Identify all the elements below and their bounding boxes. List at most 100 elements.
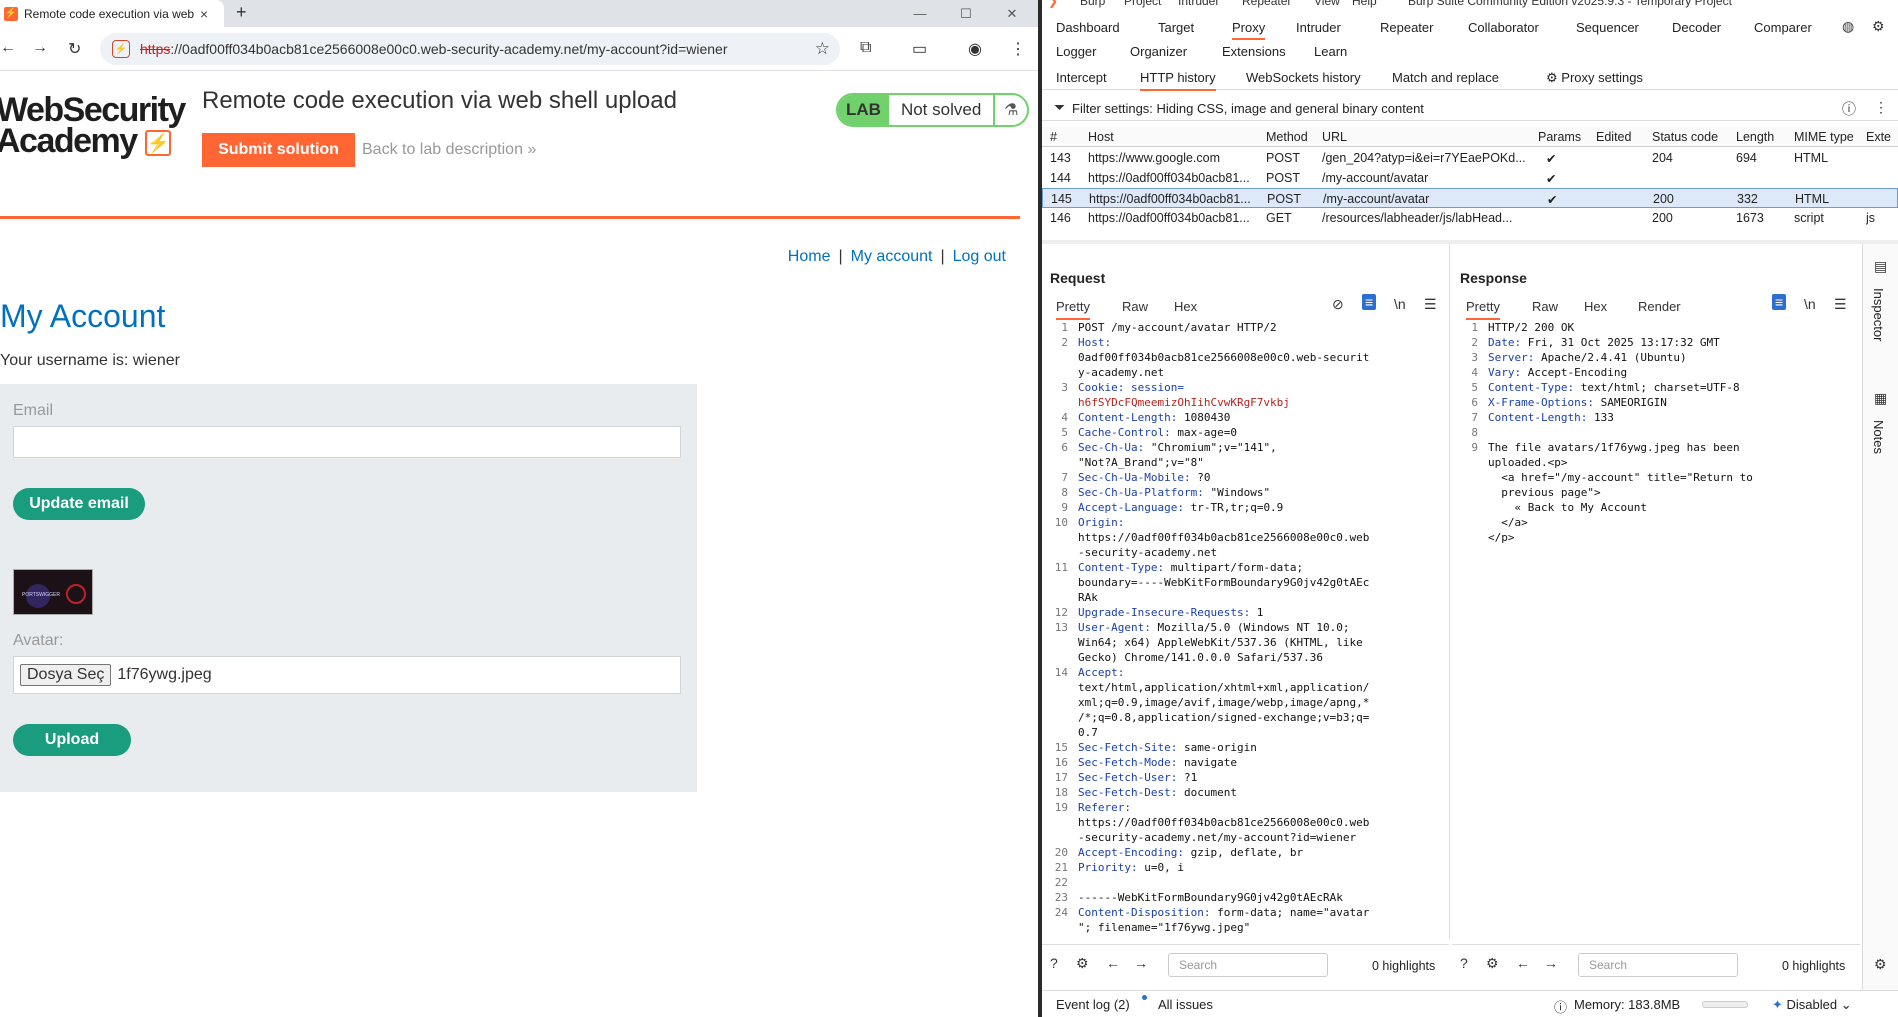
resp-tab-raw[interactable]: Raw — [1532, 299, 1558, 314]
pane-menu-icon[interactable]: ☰ — [1834, 296, 1847, 313]
address-bar[interactable]: ⚡ https://0adf00ff034b0acb81ce2566008e00… — [100, 33, 840, 65]
tab-collaborator[interactable]: Collaborator — [1468, 20, 1539, 35]
resp-tab-pretty[interactable]: Pretty — [1466, 299, 1500, 320]
col-host[interactable]: Host — [1088, 130, 1114, 144]
wrap-lines-icon[interactable]: ≡ — [1772, 294, 1787, 310]
table-row[interactable]: 145 https://0adf00ff034b0acb81... POST/my-… — [1042, 188, 1898, 208]
back-to-lab-description-link[interactable]: Back to lab description » — [362, 141, 536, 159]
new-tab-button[interactable]: + — [236, 2, 247, 23]
tab-decoder[interactable]: Decoder — [1672, 20, 1721, 35]
col-length[interactable]: Length — [1736, 130, 1774, 144]
filter-bar[interactable]: ⏷ Filter settings: Hiding CSS, image and… — [1042, 95, 1898, 121]
filter-settings-text[interactable]: Filter settings: Hiding CSS, image and g… — [1072, 101, 1424, 116]
req-tab-pretty[interactable]: Pretty — [1056, 299, 1090, 320]
browser-tab[interactable]: ⚡ Remote code execution via web × — [0, 0, 224, 27]
inspector-icon[interactable]: ▤ — [1874, 258, 1887, 275]
col-method[interactable]: Method — [1266, 130, 1308, 144]
resp-tab-hex[interactable]: Hex — [1584, 299, 1607, 314]
req-tab-hex[interactable]: Hex — [1174, 299, 1197, 314]
col-edited[interactable]: Edited — [1596, 130, 1631, 144]
help-icon[interactable]: ? — [1050, 955, 1058, 971]
reload-button[interactable]: ↻ — [68, 39, 81, 59]
settings-icon[interactable]: ⚙ — [1486, 955, 1499, 972]
submit-solution-button[interactable]: Submit solution — [202, 133, 355, 167]
tab-sequencer[interactable]: Sequencer — [1576, 20, 1639, 35]
inspector-tab[interactable]: Inspector — [1871, 288, 1886, 341]
col-url[interactable]: URL — [1322, 130, 1347, 144]
wrap-lines-icon[interactable]: ≡ — [1362, 294, 1377, 310]
table-row[interactable]: 143 https://www.google.com POST/gen_204?at… — [1042, 148, 1898, 168]
bookmark-star-icon[interactable]: ☆ — [815, 39, 830, 59]
pane-menu-icon[interactable]: ☰ — [1424, 296, 1437, 313]
table-row[interactable]: 144 https://0adf00ff034b0acb81... POST/my-… — [1042, 168, 1898, 188]
menu-help[interactable]: Help — [1352, 0, 1377, 8]
col-mime[interactable]: MIME type — [1794, 130, 1854, 144]
menu-repeater[interactable]: Repeater — [1242, 0, 1291, 8]
newline-icon[interactable]: \n — [1394, 296, 1406, 312]
notes-tab[interactable]: Notes — [1871, 420, 1886, 454]
event-log-button[interactable]: Event log (2) — [1056, 997, 1130, 1012]
choose-file-button[interactable]: Dosya Seç — [20, 664, 112, 686]
prev-match-icon[interactable]: ← — [1106, 955, 1120, 971]
table-row[interactable]: 146 https://0adf00ff034b0acb81... GET/reso… — [1042, 208, 1898, 228]
cast-icon[interactable]: ▭ — [912, 39, 927, 59]
tab-dashboard[interactable]: Dashboard — [1056, 20, 1120, 35]
maximize-button[interactable]: ☐ — [946, 0, 986, 27]
response-search-input[interactable]: Search — [1578, 953, 1738, 977]
tab-repeater[interactable]: Repeater — [1380, 20, 1433, 35]
proxy-settings-button[interactable]: ⚙ Proxy settings — [1546, 70, 1643, 86]
my-account-link[interactable]: My account — [851, 248, 933, 265]
tab-match-and-replace[interactable]: Match and replace — [1392, 70, 1499, 85]
back-button[interactable]: ← — [0, 39, 16, 57]
tab-proxy[interactable]: Proxy — [1232, 20, 1266, 40]
col-num[interactable]: # — [1050, 130, 1057, 144]
all-issues-button[interactable]: All issues — [1158, 997, 1213, 1012]
tab-http-history[interactable]: HTTP history — [1140, 70, 1216, 91]
tab-logger[interactable]: Logger — [1056, 44, 1096, 59]
notes-icon[interactable]: ▦ — [1874, 390, 1887, 407]
col-params[interactable]: Params — [1538, 130, 1581, 144]
more-icon[interactable]: ⋮ — [1874, 99, 1888, 116]
profile-icon[interactable]: ◉ — [968, 39, 982, 59]
url-text[interactable]: https://0adf00ff034b0acb81ce2566008e00c0… — [140, 41, 727, 57]
home-link[interactable]: Home — [788, 248, 831, 265]
tab-intruder[interactable]: Intruder — [1296, 20, 1341, 35]
tab-learn[interactable]: Learn — [1314, 44, 1347, 59]
menu-icon[interactable]: ⋮ — [1010, 39, 1026, 59]
site-info-icon[interactable]: ⚡ — [112, 40, 130, 58]
menu-view[interactable]: View — [1314, 0, 1340, 8]
extensions-icon[interactable]: ⧉ — [860, 39, 871, 57]
menu-burp[interactable]: Burp — [1080, 0, 1105, 8]
help-icon[interactable]: ⓘ — [1842, 99, 1856, 119]
log-out-link[interactable]: Log out — [953, 248, 1006, 265]
tab-extensions[interactable]: Extensions — [1222, 44, 1286, 59]
help-icon[interactable]: ? — [1460, 955, 1468, 971]
globe-icon[interactable]: ◍ — [1842, 18, 1854, 35]
next-match-icon[interactable]: → — [1134, 955, 1148, 971]
web-security-academy-logo[interactable]: WebSecurity Academy ⚡ — [0, 93, 186, 165]
col-status[interactable]: Status code — [1652, 130, 1718, 144]
tab-comparer[interactable]: Comparer — [1754, 20, 1812, 35]
tab-websockets-history[interactable]: WebSockets history — [1246, 70, 1361, 85]
request-body[interactable]: 1 POST /my-account/avatar HTTP/2 2 Host: 0ad… — [1042, 320, 1442, 940]
settings-gear-icon[interactable]: ⚙ — [1872, 18, 1885, 35]
tab-target[interactable]: Target — [1158, 20, 1194, 35]
email-field[interactable] — [13, 426, 681, 458]
resp-tab-render[interactable]: Render — [1638, 299, 1681, 314]
forward-button[interactable]: → — [32, 39, 48, 57]
settings-icon[interactable]: ⚙ — [1076, 955, 1089, 972]
next-match-icon[interactable]: → — [1544, 955, 1558, 971]
minimize-button[interactable]: — — [900, 0, 940, 27]
menu-intruder[interactable]: Intruder — [1178, 0, 1219, 8]
menu-project[interactable]: Project — [1124, 0, 1161, 8]
rail-settings-icon[interactable]: ⚙ — [1874, 956, 1887, 973]
tab-intercept[interactable]: Intercept — [1056, 70, 1107, 85]
col-ext[interactable]: Exte — [1866, 130, 1891, 144]
response-body[interactable]: 1 HTTP/2 200 OK 2 Date: Fri, 31 Oct 2025 13… — [1452, 320, 1852, 940]
avatar-file-input[interactable]: Dosya Seç 1f76ywg.jpeg — [13, 656, 681, 694]
upload-button[interactable]: Upload — [13, 724, 131, 756]
prev-match-icon[interactable]: ← — [1516, 955, 1530, 971]
hide-eye-icon[interactable]: ⊘ — [1332, 296, 1344, 313]
ai-disabled-button[interactable]: ✦ Disabled ⌄ — [1772, 997, 1852, 1013]
newline-icon[interactable]: \n — [1804, 296, 1816, 312]
